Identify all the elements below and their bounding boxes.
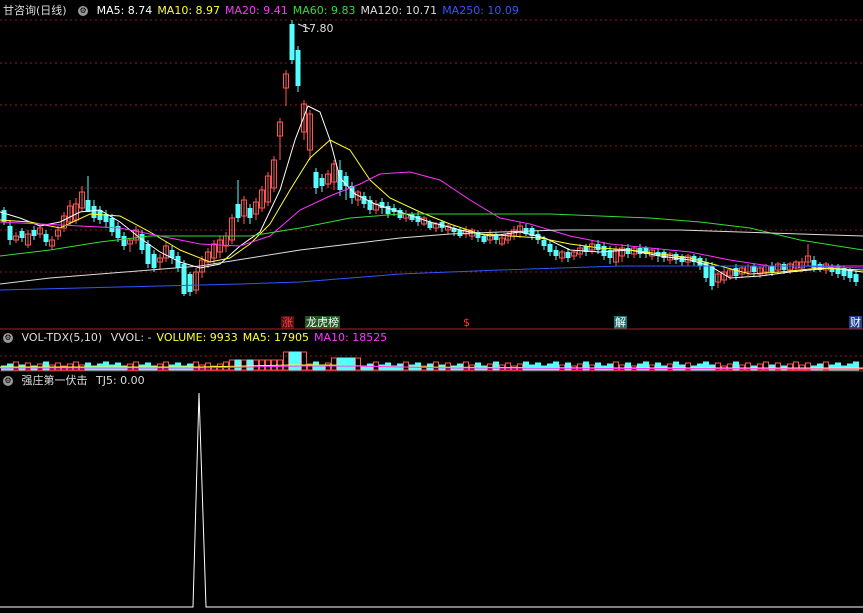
volume-bar [517, 363, 523, 371]
volume-bar [505, 362, 511, 371]
candle-body [319, 178, 325, 186]
volume-bar [331, 357, 337, 371]
candle-body [601, 246, 607, 256]
volume-bar [295, 351, 301, 371]
candle-body [31, 230, 37, 236]
volume-bar [595, 362, 601, 371]
volume-bar [367, 363, 373, 371]
candle-body [7, 226, 13, 240]
candle-body [91, 206, 97, 218]
volume-bar [577, 363, 583, 371]
volume-bar [289, 351, 295, 371]
candle-body [295, 50, 301, 86]
kline-chart[interactable] [0, 0, 863, 613]
candle-body [553, 250, 559, 256]
volume-bar [163, 361, 169, 371]
candle-body [109, 218, 115, 232]
candle-body [247, 208, 253, 218]
candle-body [781, 264, 787, 270]
candle-body [751, 266, 757, 272]
volume-bar [547, 363, 553, 371]
volume-bar [247, 359, 253, 371]
candle-body [145, 244, 151, 264]
candle-body [847, 270, 853, 278]
volume-bar [103, 361, 109, 371]
volume-bar [229, 359, 235, 371]
volume-bar [241, 359, 247, 371]
volume-bar [253, 359, 259, 371]
volume-bar [325, 362, 331, 371]
volume-bar [259, 359, 265, 371]
candle-body [565, 252, 571, 258]
volume-bar [565, 362, 571, 371]
candle-body [481, 236, 487, 242]
volume-bar [355, 357, 361, 371]
candle-body [709, 266, 715, 286]
candle-body [541, 240, 547, 246]
candle-body [733, 268, 739, 276]
candle-body [313, 172, 319, 188]
volume-bar [607, 363, 613, 371]
candle-body [625, 248, 631, 254]
candle-body [673, 254, 679, 260]
volume-bar [493, 361, 499, 371]
volume-bar [43, 361, 49, 371]
volume-bar [637, 363, 643, 371]
volume-bar [73, 361, 79, 371]
volume-bar [433, 361, 439, 371]
candle-body [187, 274, 193, 292]
ma5-line [0, 105, 863, 279]
volume-bar [301, 351, 307, 371]
candle-body [235, 204, 241, 218]
volume-bar [535, 362, 541, 371]
volume-bar [349, 357, 355, 371]
candle-body [457, 230, 463, 236]
volume-bar [343, 357, 349, 371]
volume-bar [667, 363, 673, 371]
signal-line [0, 392, 863, 608]
candle-body [151, 254, 157, 268]
volume-bar [553, 361, 559, 371]
volume-bar [283, 351, 289, 371]
candle-body [853, 274, 859, 282]
volume-bar [133, 361, 139, 371]
ma10-line [0, 139, 863, 275]
candle-body [769, 266, 775, 272]
volume-bar [13, 361, 19, 371]
candle-body [181, 264, 187, 294]
volume-bar [625, 362, 631, 371]
peak-pointer [297, 23, 311, 30]
candle-body [121, 236, 127, 246]
candle-body [19, 231, 25, 238]
volume-bar [415, 362, 421, 371]
volume-bar [445, 362, 451, 371]
candle-body [547, 244, 553, 252]
volume-bar [523, 361, 529, 371]
volume-bar [379, 364, 385, 371]
volume-bar [475, 362, 481, 371]
candle-body [289, 24, 295, 60]
candle-body [85, 200, 91, 212]
volume-bar [463, 361, 469, 371]
volume-bar [235, 359, 241, 371]
candle-body [43, 234, 49, 242]
ma20-line [0, 171, 863, 267]
volume-bar [403, 361, 409, 371]
volume-bar [193, 361, 199, 371]
volume-bar [337, 357, 343, 371]
